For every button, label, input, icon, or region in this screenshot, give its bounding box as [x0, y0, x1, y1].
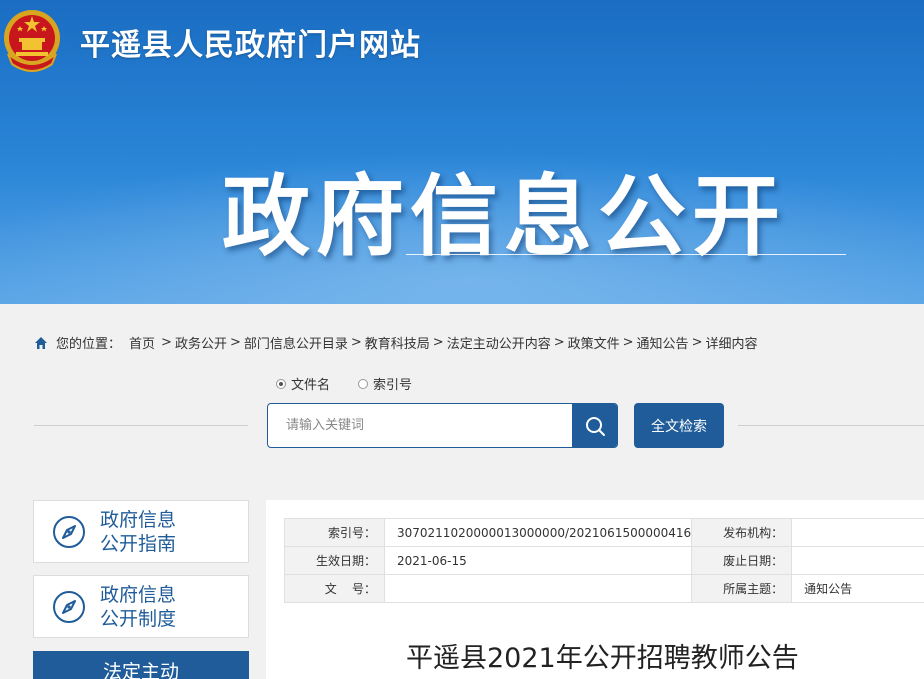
sidebar-item-guide[interactable]: 政府信息 公开指南	[33, 500, 249, 563]
sidebar-label-line: 公开指南	[100, 532, 177, 555]
meta-value: 通知公告	[791, 574, 924, 603]
breadcrumb-separator: >	[161, 335, 172, 350]
meta-value	[791, 518, 924, 547]
table-row: 索引号： 3070211020000013000000/202106150000…	[284, 518, 924, 547]
breadcrumb-item[interactable]: 政务公开	[175, 333, 227, 352]
meta-label: 废止日期：	[691, 546, 793, 575]
meta-label: 文 号：	[284, 574, 385, 603]
sidebar-item-label: 政府信息 公开制度	[100, 583, 176, 631]
search-box	[267, 403, 618, 448]
hero-underline	[406, 254, 846, 255]
fulltext-search-button[interactable]: 全文检索	[634, 403, 724, 448]
table-row: 文 号： 所属主题： 通知公告	[284, 574, 924, 603]
search-icon	[585, 416, 605, 436]
divider-right	[738, 425, 924, 426]
radio-index-number[interactable]: 索引号	[358, 374, 412, 393]
document-title: 平遥县2021年公开招聘教师公告	[406, 643, 799, 674]
meta-value: 3070211020000013000000/2021061500000416	[383, 518, 693, 547]
breadcrumb-separator: >	[229, 335, 241, 350]
breadcrumb-item[interactable]: 教育科技局	[365, 333, 430, 352]
meta-value: 2021-06-15	[383, 546, 693, 575]
national-emblem-icon	[4, 10, 60, 72]
sidebar-label-line: 公开制度	[100, 607, 177, 630]
radio-label: 索引号	[373, 378, 413, 393]
meta-label: 生效日期：	[284, 546, 385, 575]
breadcrumb-current: 详细内容	[705, 337, 758, 352]
breadcrumb-separator: >	[691, 335, 703, 350]
search-input[interactable]	[268, 404, 572, 447]
header-banner: 平遥县人民政府门户网站 政府信息公开	[0, 0, 924, 304]
search-button[interactable]	[572, 404, 617, 447]
sidebar-item-system[interactable]: 政府信息 公开制度	[33, 575, 249, 638]
meta-value	[791, 546, 924, 575]
search-type-options: 文件名 索引号	[276, 374, 440, 393]
meta-label: 所属主题：	[691, 574, 793, 603]
radio-filename[interactable]: 文件名	[276, 374, 330, 393]
breadcrumb-separator: >	[622, 335, 634, 350]
table-row: 生效日期： 2021-06-15 废止日期：	[284, 546, 924, 575]
content-area: 您的位置： 首页 > 政务公开 > 部门信息公开目录 > 教育科技局 > 法定主…	[0, 304, 924, 679]
breadcrumb: 您的位置： 首页 > 政务公开 > 部门信息公开目录 > 教育科技局 > 法定主…	[34, 333, 757, 352]
compass-icon	[53, 515, 85, 548]
home-icon[interactable]	[34, 336, 48, 350]
radio-indicator[interactable]	[358, 378, 369, 389]
compass-icon	[53, 590, 85, 623]
site-title[interactable]: 平遥县人民政府门户网站	[80, 20, 421, 64]
breadcrumb-item[interactable]: 政策文件	[568, 333, 620, 352]
breadcrumb-item[interactable]: 部门信息公开目录	[244, 333, 348, 352]
breadcrumb-separator: >	[553, 335, 565, 350]
sidebar-item-label: 政府信息 公开指南	[100, 508, 176, 556]
divider-left	[34, 425, 248, 426]
breadcrumb-separator: >	[350, 335, 362, 350]
sidebar-label-line: 政府信息	[100, 508, 177, 531]
sidebar-item-active[interactable]: 法定主动	[33, 651, 249, 679]
radio-label: 文件名	[291, 378, 331, 393]
breadcrumb-item[interactable]: 通知公告	[637, 333, 689, 352]
document-meta-table: 索引号： 3070211020000013000000/202106150000…	[284, 518, 924, 603]
meta-value	[383, 574, 693, 603]
radio-indicator[interactable]	[276, 378, 286, 389]
document-panel: 索引号： 3070211020000013000000/202106150000…	[266, 500, 924, 679]
meta-label: 索引号：	[284, 518, 385, 547]
breadcrumb-item[interactable]: 法定主动公开内容	[447, 333, 551, 352]
breadcrumb-separator: >	[432, 335, 444, 350]
breadcrumb-home[interactable]: 首页	[129, 333, 155, 352]
sidebar-label-line: 政府信息	[100, 583, 177, 606]
meta-label: 发布机构：	[691, 518, 793, 547]
breadcrumb-label: 您的位置：	[56, 337, 122, 352]
